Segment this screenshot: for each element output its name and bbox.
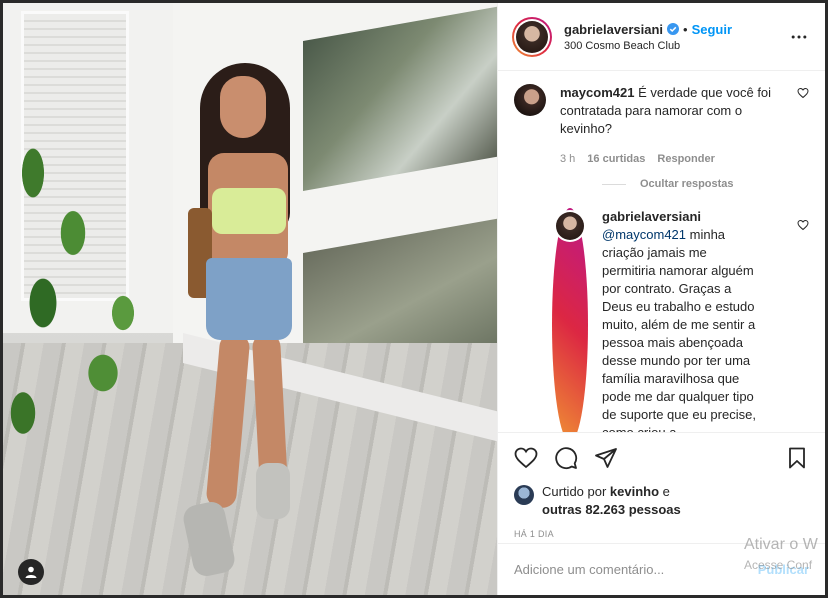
verified-badge-icon	[667, 23, 679, 35]
likes-conjunction: e	[659, 484, 670, 499]
comment-input[interactable]	[514, 562, 758, 577]
screenshot-frame: gabrielaversiani • Seguir 300 Cosmo Beac…	[0, 0, 828, 598]
liker-username[interactable]: kevinho	[610, 484, 659, 499]
comment-like-heart-icon[interactable]	[797, 86, 809, 99]
reply-username[interactable]: gabrielaversiani	[602, 209, 701, 224]
commenter-avatar[interactable]	[514, 84, 546, 116]
comment-body: maycom421 É verdade que você foi contrat…	[560, 84, 776, 168]
person-shoe-right	[256, 463, 290, 519]
header-separator: •	[683, 21, 688, 37]
comment-meta: 3 h 16 curtidas Responder	[560, 150, 776, 168]
reply-item: gabrielaversiani @maycom421 minha criaçã…	[552, 208, 809, 432]
publish-button[interactable]: Publicar	[758, 562, 809, 577]
add-comment-bar: Publicar	[498, 543, 825, 595]
replies-divider-line	[602, 183, 626, 185]
share-paper-plane-icon[interactable]	[594, 446, 618, 470]
likes-text[interactable]: Curtido por kevinho e outras 82.263 pess…	[542, 483, 681, 519]
comment-bubble-icon[interactable]	[554, 446, 578, 470]
reply-like-heart-icon[interactable]	[797, 218, 809, 231]
tagged-user-icon[interactable]	[18, 559, 44, 585]
comment-likes[interactable]: 16 curtidas	[587, 150, 645, 168]
post-timestamp[interactable]: HÁ 1 DIA	[514, 529, 809, 539]
hide-replies-toggle[interactable]: Ocultar respostas	[602, 178, 809, 190]
follow-button[interactable]: Seguir	[692, 22, 732, 37]
comments-list[interactable]: maycom421 É verdade que você foi contrat…	[498, 72, 825, 432]
reply-text: minha criação jamais me permitiria namor…	[602, 227, 756, 432]
comment-time[interactable]: 3 h	[560, 150, 575, 168]
author-info: gabrielaversiani • Seguir 300 Cosmo Beac…	[564, 22, 787, 52]
save-bookmark-icon[interactable]	[785, 446, 809, 470]
person-leg-left	[205, 332, 251, 509]
reply-body: gabrielaversiani @maycom421 minha criaçã…	[602, 208, 760, 432]
photo-plant	[3, 113, 153, 453]
reply-mention[interactable]: @maycom421	[602, 227, 686, 242]
comment-item: maycom421 É verdade que você foi contrat…	[514, 72, 809, 168]
post-side-panel: gabrielaversiani • Seguir 300 Cosmo Beac…	[497, 3, 825, 595]
post-header: gabrielaversiani • Seguir 300 Cosmo Beac…	[498, 3, 825, 71]
more-options-icon[interactable]	[787, 25, 811, 49]
instagram-post-modal: gabrielaversiani • Seguir 300 Cosmo Beac…	[3, 3, 825, 595]
photo-person	[178, 58, 323, 579]
hide-replies-label: Ocultar respostas	[640, 178, 734, 190]
post-actions: Curtido por kevinho e outras 82.263 pess…	[498, 432, 825, 539]
person-top	[212, 188, 286, 234]
likes-others-count[interactable]: outras 82.263 pessoas	[542, 502, 681, 517]
person-shorts	[206, 258, 292, 340]
author-username[interactable]: gabrielaversiani	[564, 22, 663, 37]
person-shoe-left	[180, 499, 238, 579]
post-location[interactable]: 300 Cosmo Beach Club	[564, 40, 787, 52]
reply-author-avatar[interactable]	[552, 208, 588, 432]
like-heart-icon[interactable]	[514, 446, 538, 470]
liker-avatar[interactable]	[514, 485, 534, 505]
person-face	[220, 76, 266, 138]
action-icons-row	[514, 433, 809, 483]
likes-summary: Curtido por kevinho e outras 82.263 pess…	[514, 483, 809, 519]
post-photo[interactable]	[3, 3, 497, 595]
author-avatar[interactable]	[512, 16, 552, 57]
reply-button[interactable]: Responder	[657, 150, 714, 168]
comment-username[interactable]: maycom421	[560, 85, 634, 100]
likes-prefix: Curtido por	[542, 484, 610, 499]
